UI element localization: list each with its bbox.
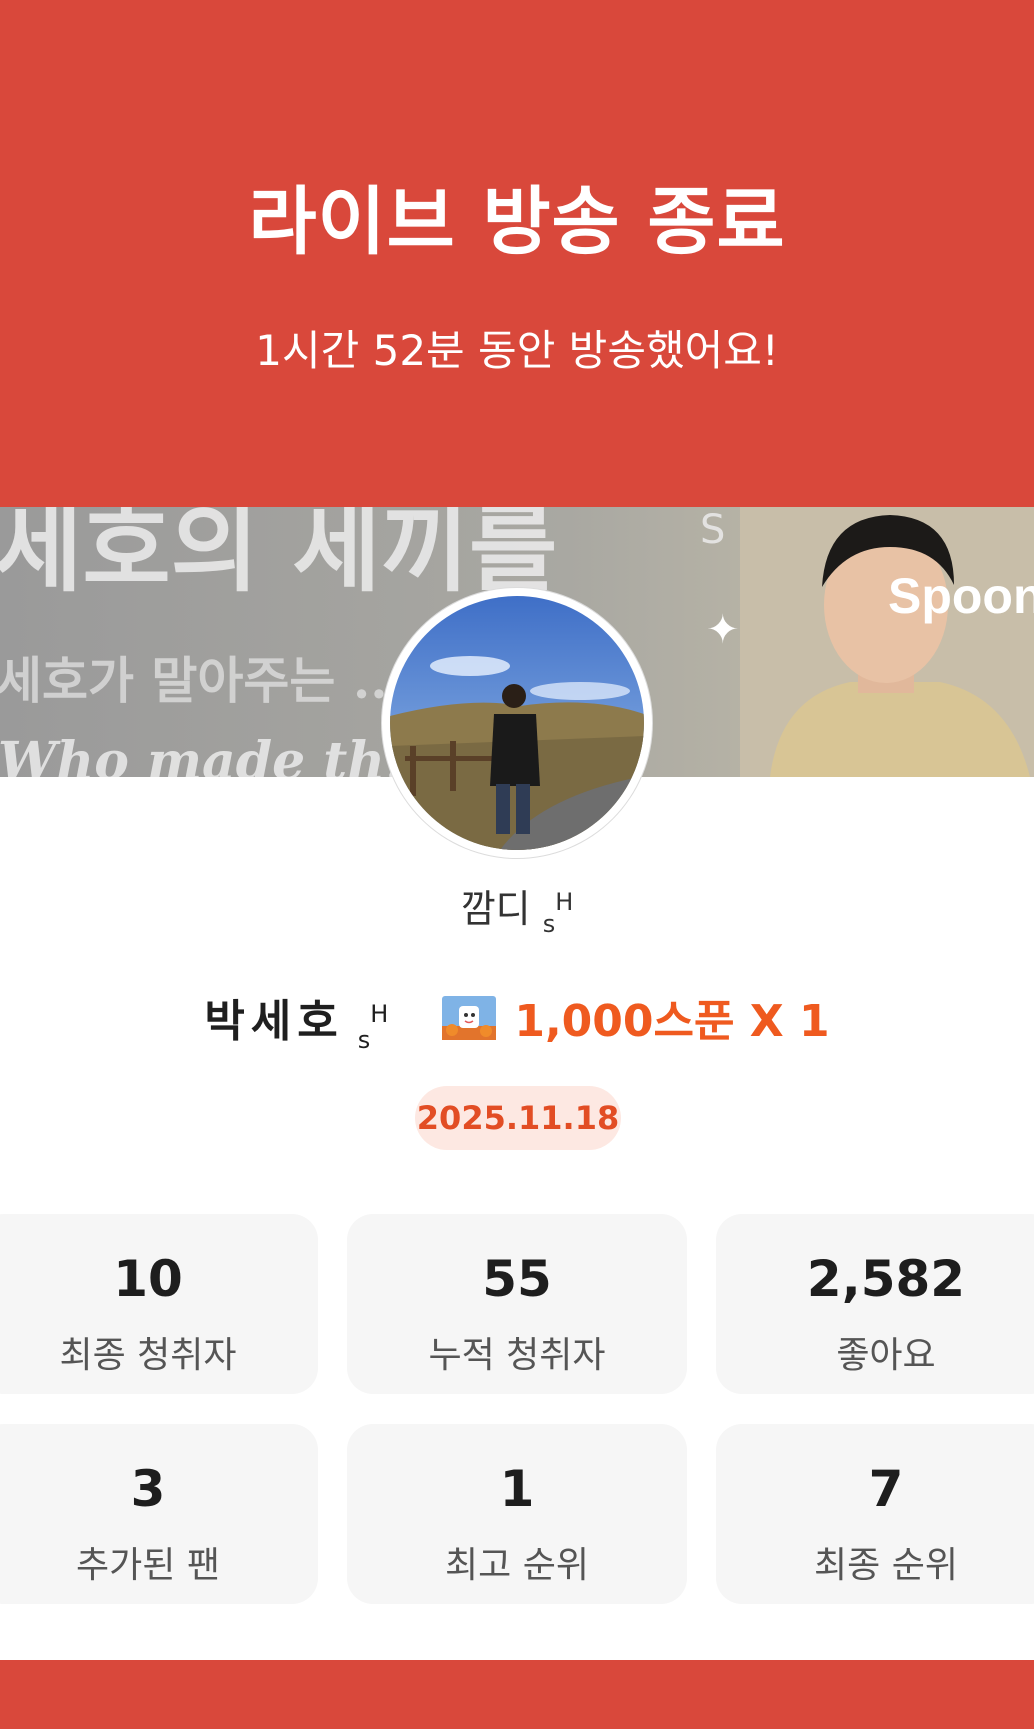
nickname-superscript: H <box>555 888 574 916</box>
nickname-text: 깜디 <box>460 887 531 931</box>
avatar-photo <box>390 596 644 850</box>
broadcast-ended-header: 라이브 방송 종료 1시간 52분 동안 방송했어요! <box>0 0 1034 507</box>
stat-card-final-listeners: 10 최종 청취자 <box>0 1214 318 1394</box>
stat-card-likes: 2,582 좋아요 <box>716 1214 1034 1394</box>
bottom-action-button[interactable] <box>0 1660 1034 1729</box>
stat-label: 추가된 팬 <box>76 1545 220 1586</box>
gift-sender-subscript: s <box>357 1026 371 1054</box>
stat-value: 2,582 <box>806 1250 966 1308</box>
gift-spoon-amount: 1,000스푼 X 1 <box>514 996 830 1047</box>
stat-value: 1 <box>499 1460 535 1518</box>
gift-sender-name: 박세호 <box>204 996 344 1047</box>
stat-label: 최종 청취자 <box>59 1335 237 1376</box>
spoon-logo: Spoon <box>888 568 1034 624</box>
stat-value: 7 <box>868 1460 904 1518</box>
nickname-subscript: s <box>542 910 556 938</box>
stat-card-total-listeners: 55 누적 청취자 <box>347 1214 687 1394</box>
stat-card-best-rank: 1 최고 순위 <box>347 1424 687 1604</box>
broadcast-date-badge: 2025.11.18 <box>415 1086 621 1150</box>
stat-value: 55 <box>482 1250 552 1308</box>
stat-label: 좋아요 <box>836 1335 936 1376</box>
sparkle-icon: ✦ <box>706 607 740 653</box>
stat-label: 최고 순위 <box>445 1545 589 1586</box>
dj-nickname: 깜디 sH <box>0 878 1034 938</box>
spoon-gift-icon <box>442 996 497 1040</box>
broadcast-duration: 1시간 52분 동안 방송했어요! <box>255 326 779 375</box>
top-gift-row: 박세호 sH 1,000스푼 X 1 <box>0 985 1034 1054</box>
stat-card-new-fans: 3 추가된 팬 <box>0 1424 318 1604</box>
banner-text-sup: S <box>700 507 726 553</box>
stat-label: 누적 청취자 <box>428 1335 606 1376</box>
stat-card-final-rank: 7 최종 순위 <box>716 1424 1034 1604</box>
stat-value: 3 <box>130 1460 166 1518</box>
banner-person-illustration <box>740 507 1034 777</box>
gift-sender-superscript: H <box>370 1000 389 1028</box>
stat-value: 10 <box>113 1250 183 1308</box>
page-title: 라이브 방송 종료 <box>248 179 786 265</box>
stat-label: 최종 순위 <box>814 1545 958 1586</box>
profile-avatar[interactable] <box>382 588 652 858</box>
